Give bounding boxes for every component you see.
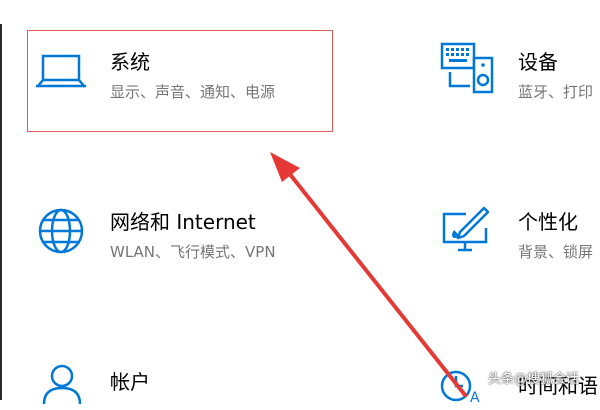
annotation-arrow xyxy=(270,152,467,397)
watermark: 头条@搜狐会话 xyxy=(488,372,580,387)
